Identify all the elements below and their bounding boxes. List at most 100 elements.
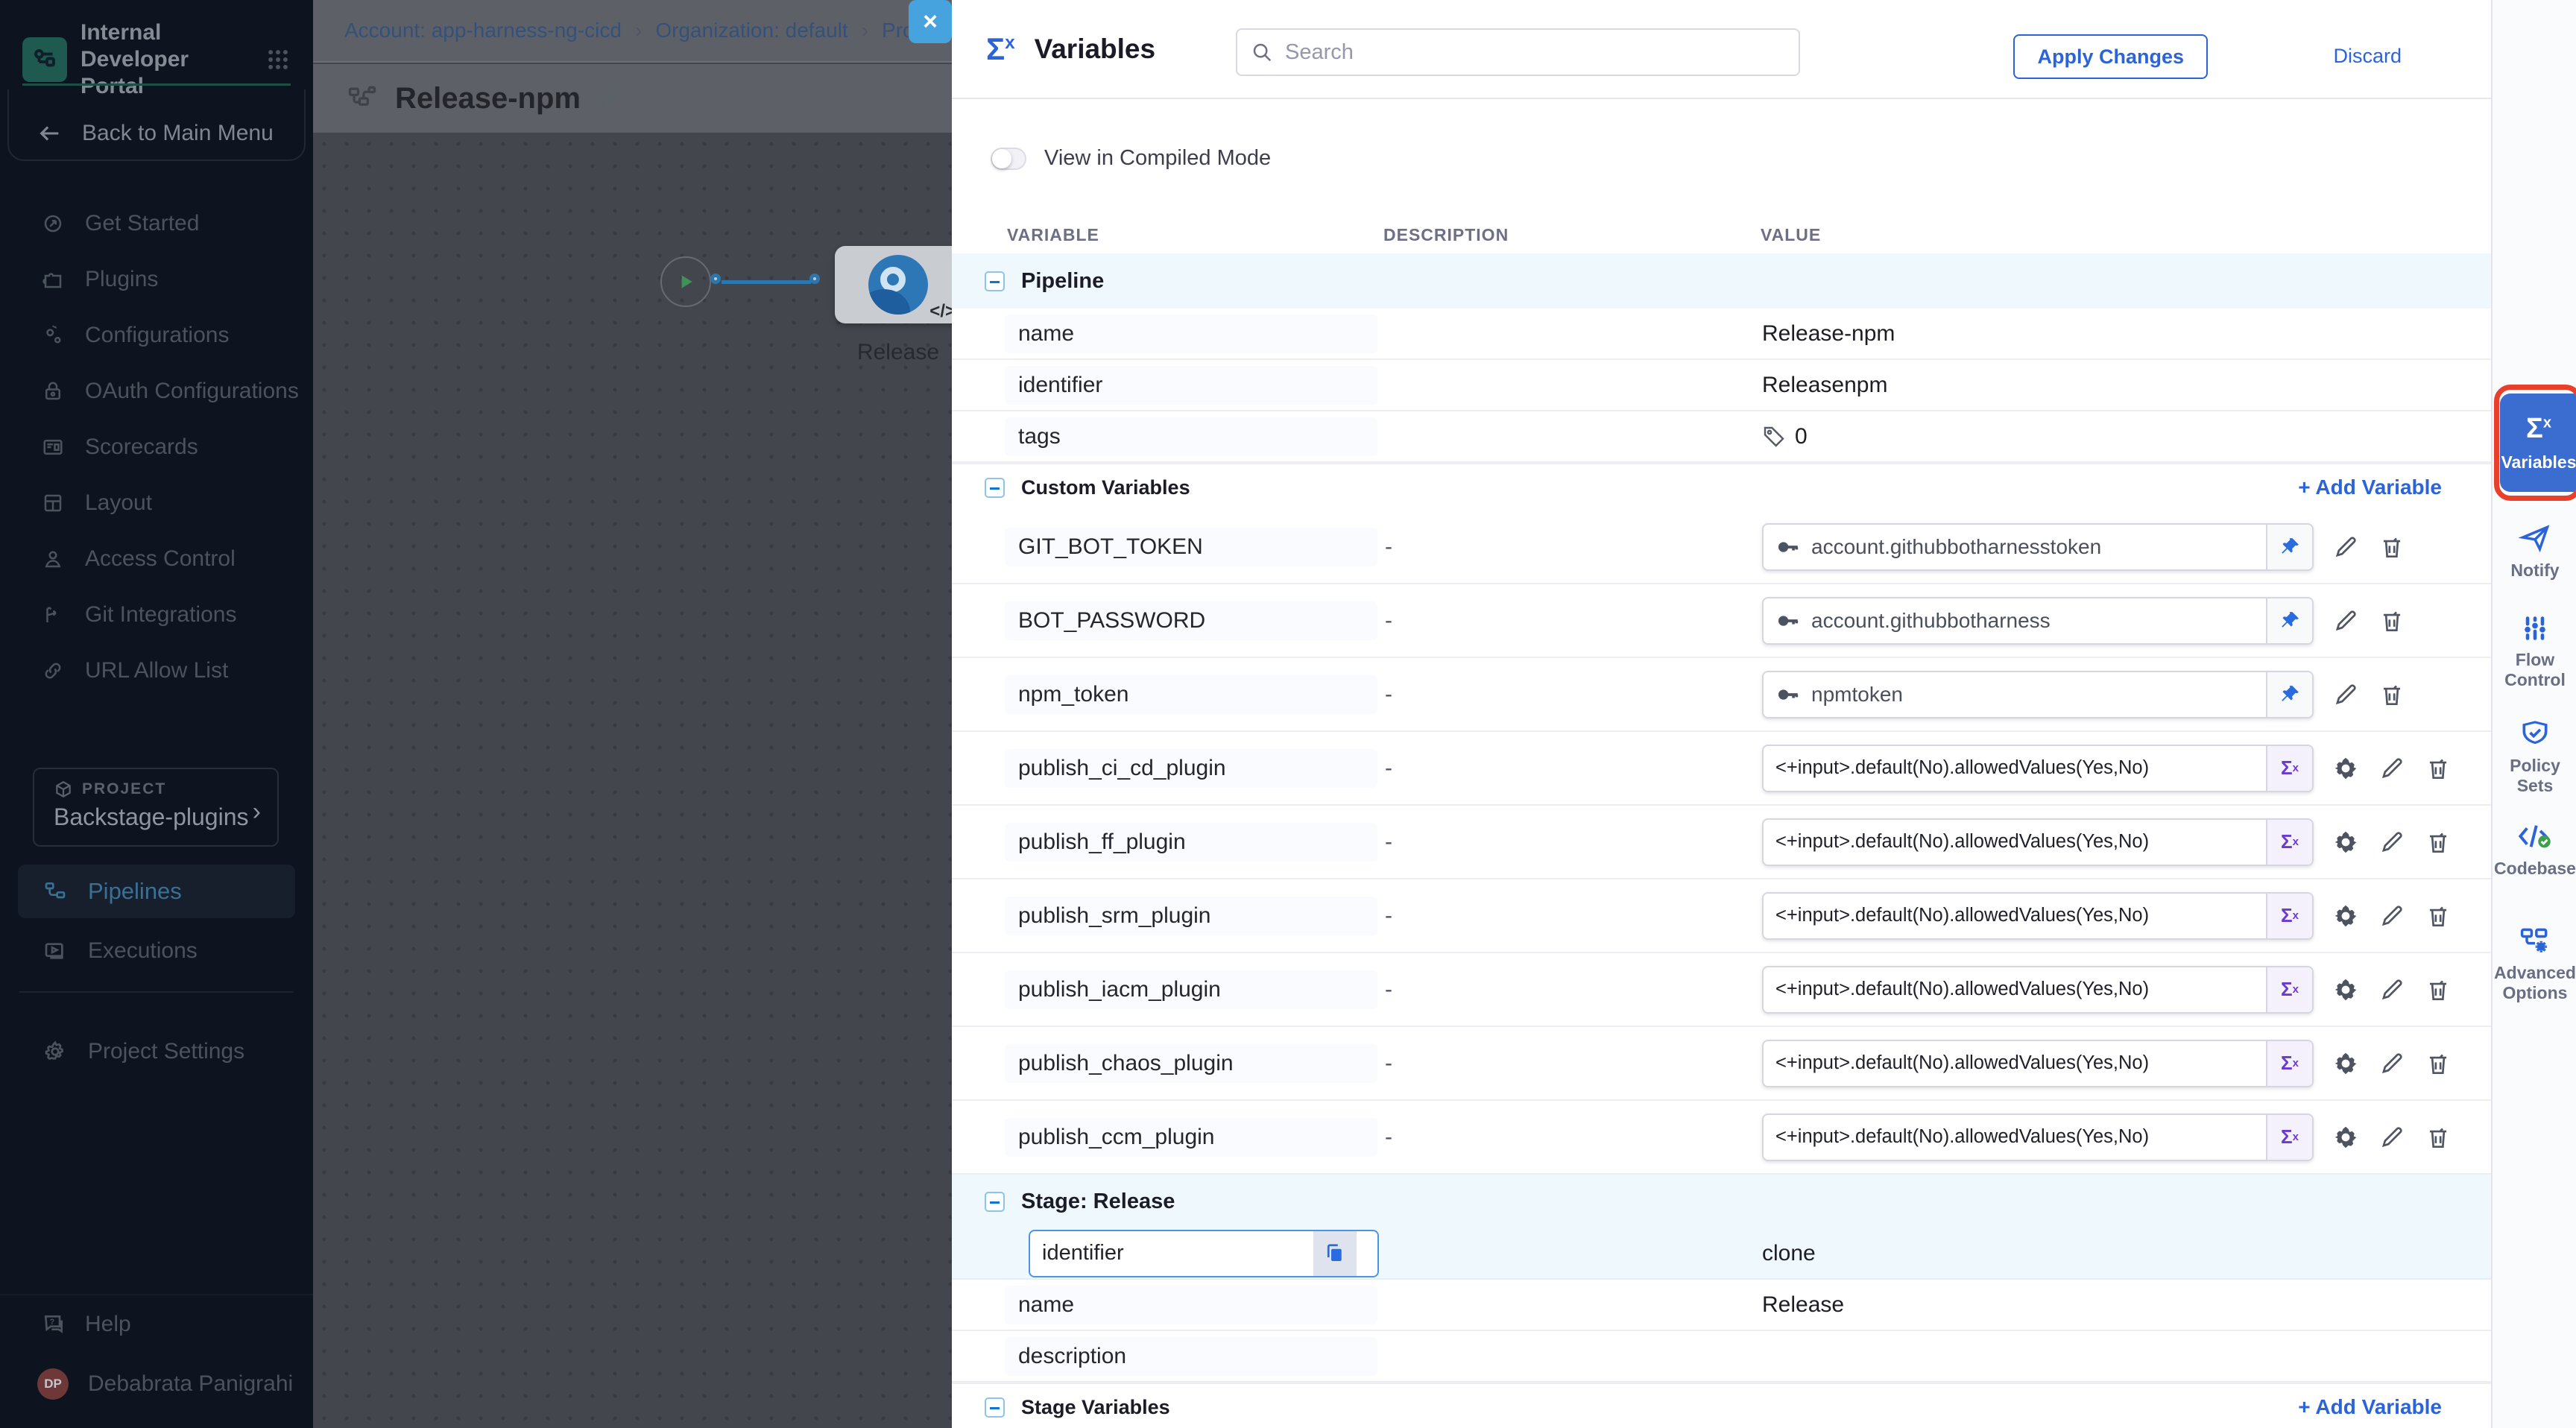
collapse-icon[interactable] <box>985 1192 1005 1212</box>
sidebar-item-plugins[interactable]: Plugins <box>0 251 313 307</box>
runtime-input-value[interactable]: <+input>.default(No).allowedValues(Yes,N… <box>1762 892 2314 940</box>
tab-flow-control[interactable]: Flow Control <box>2493 613 2576 690</box>
tab-codebase[interactable]: Codebase <box>2493 820 2576 879</box>
stage-type-icon <box>868 255 928 315</box>
delete-variable-button[interactable] <box>2424 1049 2452 1078</box>
sidebar-item-access-control[interactable]: Access Control <box>0 531 313 587</box>
delete-variable-button[interactable] <box>2378 607 2406 635</box>
sidebar-item-scorecards[interactable]: Scorecards <box>0 419 313 475</box>
input-type-selector[interactable]: Σx <box>2266 1115 2312 1160</box>
configure-variable-button[interactable] <box>2332 828 2360 856</box>
delete-variable-button[interactable] <box>2378 533 2406 561</box>
configure-variable-button[interactable] <box>2332 754 2360 783</box>
configure-variable-button[interactable] <box>2332 1049 2360 1078</box>
discard-button[interactable]: Discard <box>2333 45 2402 68</box>
section-custom-variables: Custom Variables + Add Variable <box>952 463 2491 511</box>
edit-variable-button[interactable] <box>2378 754 2406 783</box>
delete-variable-button[interactable] <box>2424 976 2452 1004</box>
breadcrumb-account[interactable]: Account: app-harness-ng-cicd <box>344 19 622 42</box>
configure-variable-button[interactable] <box>2332 976 2360 1004</box>
add-variable-button[interactable]: + Add Variable <box>2298 476 2442 499</box>
breadcrumb-org[interactable]: Organization: default <box>655 19 847 42</box>
right-rail: Σx Variables Notify Flow Control Policy … <box>2491 0 2576 1428</box>
edit-variable-button[interactable] <box>2378 1123 2406 1151</box>
flow-control-sliders-icon <box>2493 613 2576 644</box>
sidebar-item-project-settings[interactable]: Project Settings <box>18 1025 295 1078</box>
input-type-selector[interactable]: Σx <box>2266 820 2312 865</box>
tab-policy-sets[interactable]: Policy Sets <box>2493 717 2576 796</box>
edit-variable-button[interactable] <box>2378 828 2406 856</box>
sidebar-item-oauth[interactable]: OAuth Configurations <box>0 363 313 419</box>
edit-variable-button[interactable] <box>2332 533 2360 561</box>
runtime-input-value[interactable]: <+input>.default(No).allowedValues(Yes,N… <box>1762 1113 2314 1161</box>
close-panel-button[interactable]: × <box>909 0 952 43</box>
avatar: DP <box>37 1368 69 1400</box>
help-button[interactable]: ? Help <box>42 1312 131 1337</box>
runtime-input-value[interactable]: <+input>.default(No).allowedValues(Yes,N… <box>1762 1040 2314 1087</box>
user-menu[interactable]: DP Debabrata Panigrahi <box>37 1368 293 1400</box>
column-description: DESCRIPTION <box>1383 225 1509 245</box>
table-row: tags 0 <box>952 411 2491 463</box>
sidebar-item-executions[interactable]: Executions <box>18 924 295 978</box>
sidebar-item-configurations[interactable]: Configurations <box>0 307 313 363</box>
edit-variable-button[interactable] <box>2332 607 2360 635</box>
stage-card-release[interactable]: </> <box>835 246 962 323</box>
input-type-selector[interactable]: Σx <box>2266 746 2312 791</box>
key-icon <box>1775 534 1801 560</box>
module-grid-icon[interactable] <box>265 47 291 72</box>
delete-variable-button[interactable] <box>2424 1123 2452 1151</box>
edit-variable-button[interactable] <box>2332 680 2360 709</box>
runtime-input-value[interactable]: <+input>.default(No).allowedValues(Yes,N… <box>1762 745 2314 792</box>
pin-button[interactable] <box>2266 598 2312 643</box>
configure-variable-button[interactable] <box>2332 902 2360 930</box>
trash-icon <box>2424 754 2452 783</box>
input-type-selector[interactable]: Σx <box>2266 967 2312 1012</box>
edit-pencil-icon[interactable] <box>597 85 624 112</box>
delete-variable-button[interactable] <box>2424 754 2452 783</box>
add-variable-button[interactable]: + Add Variable <box>2298 1395 2442 1419</box>
project-selector[interactable]: PROJECT Backstage-plugins › <box>33 768 279 847</box>
delete-variable-button[interactable] <box>2424 902 2452 930</box>
variable-value: Release <box>1762 1292 2491 1318</box>
breadcrumb-separator: › <box>862 19 868 42</box>
tab-notify[interactable]: Notify <box>2493 522 2576 581</box>
copy-button[interactable] <box>1313 1231 1357 1276</box>
sidebar-item-url-allow-list[interactable]: URL Allow List <box>0 642 313 698</box>
sidebar-item-get-started[interactable]: Get Started <box>0 195 313 251</box>
collapse-icon[interactable] <box>985 271 1005 291</box>
runtime-input-value[interactable]: <+input>.default(No).allowedValues(Yes,N… <box>1762 818 2314 866</box>
search-input[interactable] <box>1284 40 1731 66</box>
pin-button[interactable] <box>2266 525 2312 569</box>
sidebar-item-git-integrations[interactable]: Git Integrations <box>0 587 313 642</box>
secret-value-input[interactable]: account.githubbotharnesstoken <box>1762 523 2314 571</box>
sidebar-item-layout[interactable]: Layout <box>0 475 313 531</box>
pencil-icon <box>2378 902 2406 930</box>
input-type-selector[interactable]: Σx <box>2266 894 2312 938</box>
apply-changes-button[interactable]: Apply Changes <box>2013 34 2208 79</box>
input-type-selector[interactable]: Σx <box>2266 1041 2312 1086</box>
edit-variable-button[interactable] <box>2378 902 2406 930</box>
compiled-mode-toggle[interactable] <box>991 148 1026 170</box>
delete-variable-button[interactable] <box>2378 680 2406 709</box>
edit-variable-button[interactable] <box>2378 976 2406 1004</box>
delete-variable-button[interactable] <box>2424 828 2452 856</box>
runtime-input-value[interactable]: <+input>.default(No).allowedValues(Yes,N… <box>1762 966 2314 1014</box>
collapse-icon[interactable] <box>985 1397 1005 1418</box>
tab-advanced-options[interactable]: Advanced Options <box>2493 924 2576 1003</box>
variables-panel: Σx Variables Apply Changes Discard View … <box>952 0 2491 1428</box>
sidebar-item-pipelines[interactable]: Pipelines <box>18 865 295 918</box>
section-title: Custom Variables <box>1021 476 1190 499</box>
pipeline-start-node[interactable] <box>660 256 711 307</box>
secret-value-input[interactable]: account.githubbotharness <box>1762 597 2314 645</box>
advanced-options-icon <box>2493 924 2576 957</box>
secret-value-input[interactable]: npmtoken <box>1762 671 2314 718</box>
tab-variables[interactable]: Σx Variables <box>2500 394 2576 492</box>
table-row: name Release-npm <box>952 309 2491 360</box>
configure-variable-button[interactable] <box>2332 1123 2360 1151</box>
stage-identifier-input[interactable] <box>1030 1240 1313 1266</box>
edit-variable-button[interactable] <box>2378 1049 2406 1078</box>
pin-button[interactable] <box>2266 672 2312 717</box>
svg-text:?: ? <box>50 1318 55 1327</box>
collapse-icon[interactable] <box>985 478 1005 498</box>
back-to-main-menu[interactable]: Back to Main Menu <box>37 121 274 146</box>
